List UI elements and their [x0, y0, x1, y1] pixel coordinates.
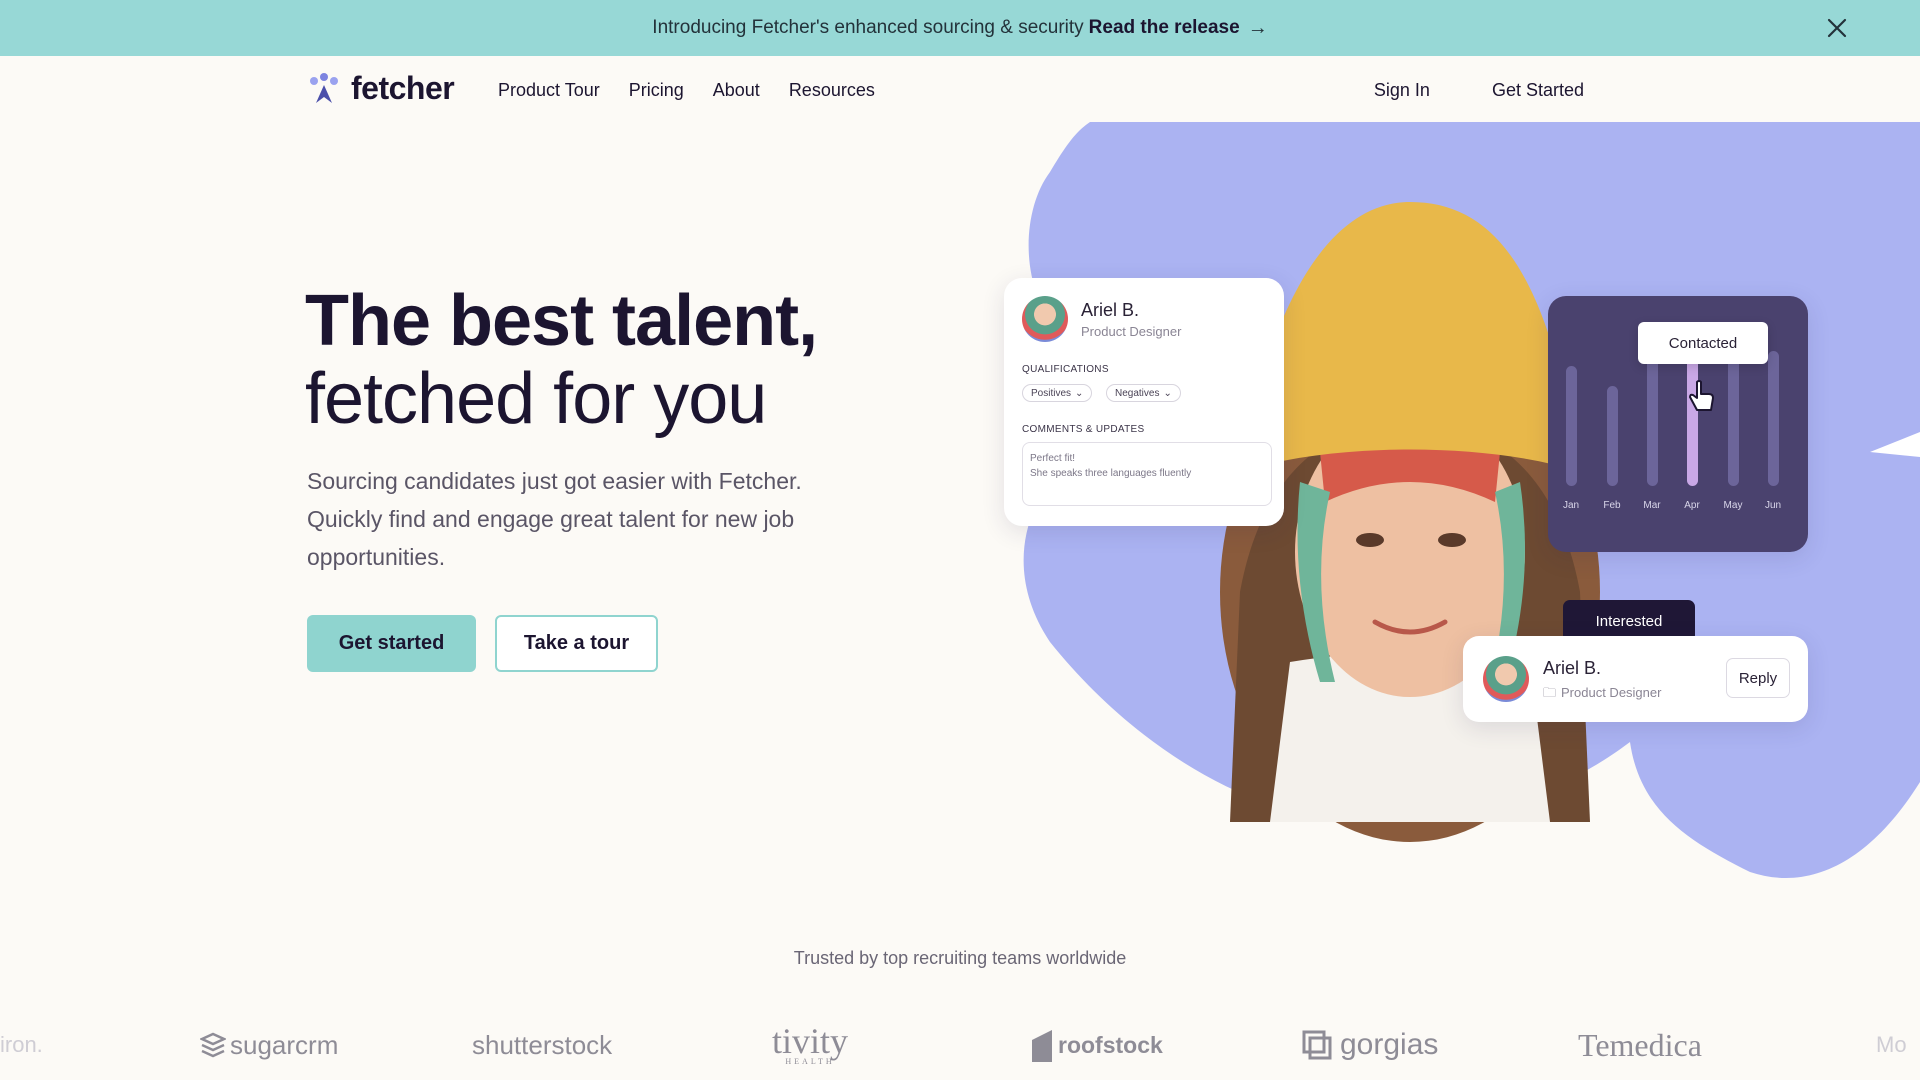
brand-logo[interactable]: fetcher — [307, 70, 455, 107]
get-started-link[interactable]: Get Started — [1492, 80, 1584, 101]
customer-logos: iron. sugarcrm shutterstock tivity HEALT… — [0, 1020, 1920, 1070]
comments-label: COMMENTS & UPDATES — [1022, 424, 1145, 435]
avatar — [1022, 296, 1068, 342]
bar-feb — [1607, 386, 1618, 486]
candidate-role: 🗀 Product Designer — [1543, 684, 1661, 706]
take-tour-button[interactable]: Take a tour — [495, 615, 658, 672]
hero-visual: Ariel B. Product Designer QUALIFICATIONS… — [990, 122, 1920, 882]
gorgias-icon — [1302, 1030, 1332, 1060]
positives-label: Positives — [1031, 387, 1072, 399]
candidate-role: Product Designer — [1081, 324, 1182, 339]
brand-name: fetcher — [351, 70, 455, 106]
roofstock-logo: roofstock — [1030, 1020, 1163, 1070]
stack-icon — [200, 1032, 226, 1058]
bar-may — [1728, 356, 1739, 486]
sign-in-link[interactable]: Sign In — [1374, 80, 1430, 101]
bar-jun — [1768, 351, 1779, 486]
candidate-role-text: Product Designer — [1561, 685, 1662, 700]
close-icon[interactable] — [1826, 17, 1848, 39]
hero-title-line1: The best talent, — [305, 281, 818, 361]
read-release-link[interactable]: Read the release — [1089, 17, 1240, 39]
candidate-reply-card: Ariel B. 🗀 Product Designer Reply — [1463, 636, 1808, 722]
nav-pricing[interactable]: Pricing — [629, 80, 684, 101]
partial-logo-left: iron. — [0, 1032, 43, 1057]
negatives-dropdown[interactable]: Negatives ⌄ — [1106, 384, 1181, 402]
hero-title-line2: fetched for you — [305, 359, 767, 439]
bar-mar — [1647, 356, 1658, 486]
month-label: Apr — [1684, 500, 1700, 511]
contacted-tooltip: Contacted — [1638, 322, 1768, 364]
folder-icon: 🗀 — [1543, 685, 1557, 700]
shutterstock-logo: shutterstock — [472, 1029, 613, 1060]
candidate-name: Ariel B. — [1081, 300, 1140, 320]
sugarcrm-text: sugarcrm — [230, 1029, 339, 1060]
candidate-name: Ariel B. — [1543, 658, 1602, 678]
month-label: May — [1723, 500, 1743, 511]
hero-title: The best talent, fetched for you — [305, 281, 818, 439]
positives-dropdown[interactable]: Positives ⌄ — [1022, 384, 1093, 402]
comment-line1: Perfect fit! — [1030, 453, 1076, 464]
negatives-label: Negatives — [1115, 387, 1160, 399]
qualifications-label: QUALIFICATIONS — [1022, 364, 1109, 375]
month-label: Feb — [1603, 500, 1621, 511]
month-label: Mar — [1643, 500, 1661, 511]
month-label: Jun — [1764, 500, 1782, 511]
arrow-right-icon[interactable]: → — [1248, 17, 1268, 40]
temedica-logo: Temedica — [1578, 1026, 1702, 1063]
nav-resources[interactable]: Resources — [789, 80, 875, 101]
top-navigation: fetcher Product Tour Pricing About Resou… — [0, 56, 1920, 124]
roofstock-text: roofstock — [1058, 1031, 1163, 1058]
reply-button[interactable]: Reply — [1726, 658, 1790, 698]
month-label: Jan — [1562, 500, 1580, 511]
bar-jan — [1566, 366, 1577, 486]
sugarcrm-logo: sugarcrm — [200, 1020, 338, 1070]
bar-apr — [1687, 356, 1698, 486]
trusted-heading: Trusted by top recruiting teams worldwid… — [793, 948, 1127, 968]
gorgias-text: gorgias — [1340, 1028, 1439, 1061]
tivity-sub-text: HEALTH — [785, 1057, 835, 1066]
comment-line2: She speaks three languages fluently — [1030, 468, 1192, 479]
paw-logo-icon — [310, 72, 338, 103]
chevron-down-icon: ⌄ — [1075, 387, 1084, 399]
announcement-text: Introducing Fetcher's enhanced sourcing … — [652, 17, 1084, 38]
gorgias-logo: gorgias — [1302, 1020, 1438, 1070]
avatar — [1483, 656, 1529, 702]
candidate-profile-card: Ariel B. Product Designer QUALIFICATIONS… — [1004, 278, 1284, 526]
nav-about[interactable]: About — [713, 80, 760, 101]
hero-subtitle: Sourcing candidates just got easier with… — [307, 468, 802, 570]
roof-icon — [1032, 1030, 1052, 1062]
partial-logo-right: Mo — [1876, 1032, 1907, 1057]
tivity-logo: tivity HEALTH — [772, 1020, 848, 1070]
nav-product-tour[interactable]: Product Tour — [498, 80, 600, 101]
chevron-down-icon: ⌄ — [1163, 387, 1172, 399]
announcement-bar: Introducing Fetcher's enhanced sourcing … — [0, 0, 1920, 56]
tivity-text: tivity — [772, 1021, 849, 1061]
get-started-button[interactable]: Get started — [307, 615, 476, 672]
comment-box[interactable]: Perfect fit! She speaks three languages … — [1022, 442, 1272, 506]
hand-cursor-icon — [1689, 380, 1714, 411]
